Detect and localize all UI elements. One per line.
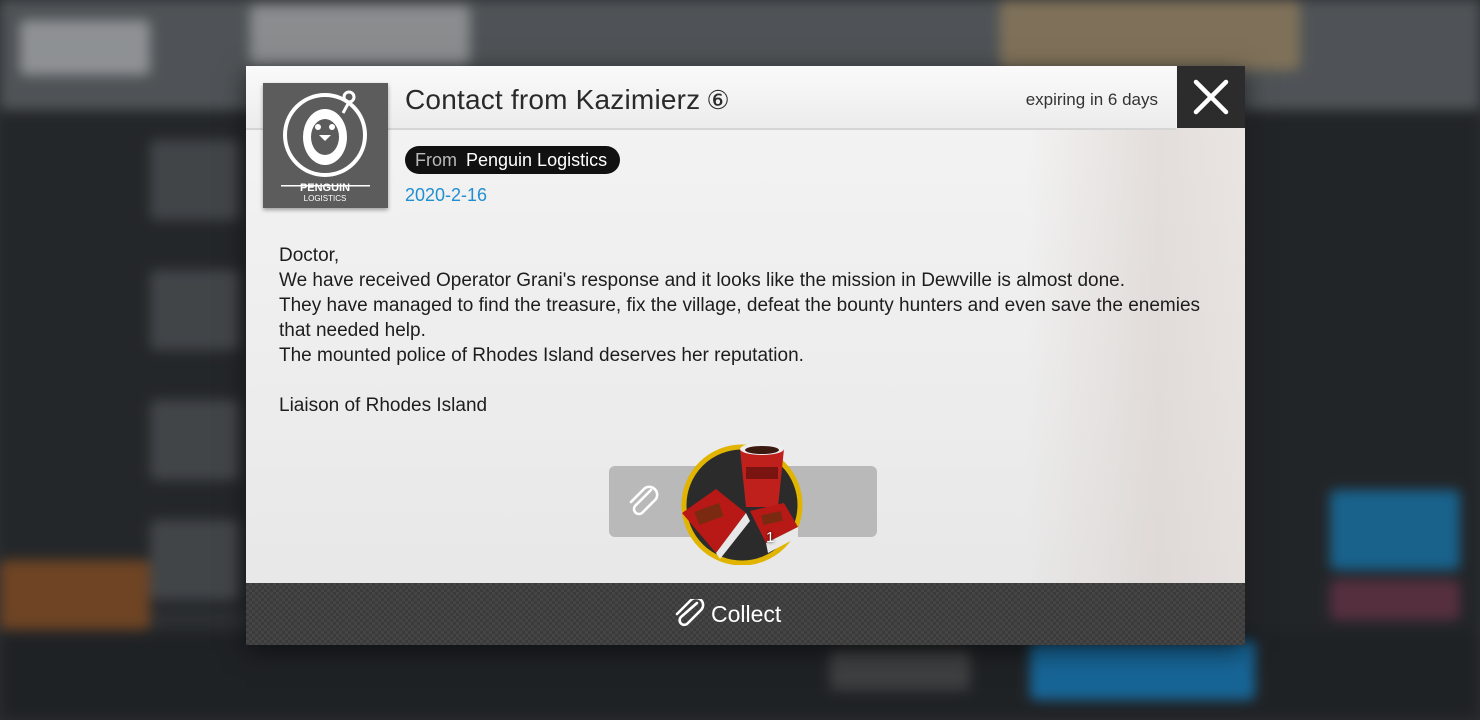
close-icon — [1193, 79, 1229, 115]
paperclip-icon — [675, 599, 705, 627]
paperclip-icon — [629, 485, 659, 516]
mail-date: 2020-2-16 — [405, 185, 488, 205]
expiry-text: expiring in 6 days — [1025, 90, 1158, 109]
mail-body-line: They have managed to find the treasure, … — [279, 295, 1201, 341]
sender-name: Penguin Logistics — [466, 149, 608, 170]
mail-title: Contact from Kazimierz ⑥ — [405, 84, 730, 116]
mail-body-line — [279, 368, 1219, 393]
penguin-logistics-logo-icon: PENGUIN LOGISTICS — [281, 90, 370, 203]
collect-label: Collect — [711, 600, 782, 627]
mail-dialog: PENGUIN LOGISTICS Contact from Kazimierz… — [246, 66, 1245, 645]
mail-body: Doctor, We have received Operator Grani'… — [279, 243, 1219, 418]
mail-count-badge: ⑥ — [706, 85, 730, 115]
sender-avatar: PENGUIN LOGISTICS — [263, 83, 388, 208]
collect-button-content: Collect — [673, 599, 781, 629]
mail-body-line: The mounted police of Rhodes Island dese… — [279, 345, 804, 366]
mail-body-line: Liaison of Rhodes Island — [279, 395, 488, 416]
mail-body-line: Doctor, — [279, 245, 340, 266]
sender-badge: From Penguin Logistics — [405, 146, 621, 174]
logo-subtext: LOGISTICS — [304, 194, 347, 203]
mail-title-text: Contact from Kazimierz — [405, 84, 701, 115]
item-count: 1 — [766, 529, 775, 546]
logo-text: PENGUIN — [300, 182, 350, 194]
close-button[interactable] — [1177, 66, 1245, 128]
attachment-item[interactable] — [680, 441, 804, 566]
from-label: From — [415, 149, 457, 170]
food-combo-icon — [681, 443, 803, 566]
mail-body-line: We have received Operator Grani's respon… — [279, 270, 1126, 291]
collect-button[interactable]: Collect — [246, 583, 1245, 645]
